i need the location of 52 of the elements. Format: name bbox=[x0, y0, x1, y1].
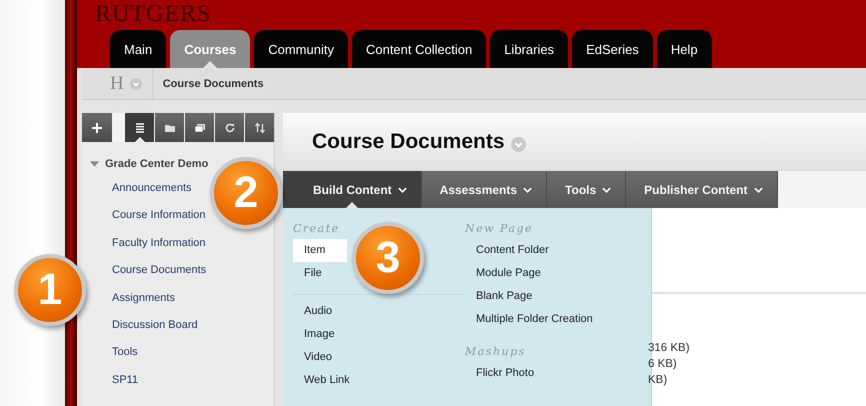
course-menu-link[interactable]: Announcements bbox=[112, 175, 192, 202]
menu-item[interactable]: Audio bbox=[293, 300, 336, 323]
course-menu-link[interactable]: Course Information bbox=[112, 202, 206, 230]
nav-tab[interactable]: Help bbox=[656, 30, 712, 68]
expand-arrow-icon[interactable] bbox=[90, 161, 99, 167]
file-size-text: 6 KB) bbox=[648, 357, 678, 372]
course-menu-link[interactable]: Course Documents bbox=[112, 257, 206, 285]
nav-tab[interactable]: Main bbox=[110, 30, 166, 68]
nav-tab[interactable]: Libraries bbox=[490, 30, 568, 68]
sort-arrows-icon bbox=[254, 122, 266, 134]
course-menu-link[interactable]: Faculty Information bbox=[112, 230, 206, 258]
refresh-icon bbox=[224, 122, 236, 134]
course-menu-link[interactable]: SP11 bbox=[112, 366, 138, 394]
menu-item[interactable]: Module Page bbox=[465, 262, 545, 285]
menu-item[interactable]: Item bbox=[293, 239, 348, 262]
toolbar-button[interactable] bbox=[215, 113, 244, 142]
list-icon bbox=[134, 122, 146, 134]
course-menu-link[interactable]: Discussion Board bbox=[112, 312, 198, 340]
menu-item[interactable]: Video bbox=[293, 346, 336, 369]
menu-heading: New Page bbox=[465, 222, 534, 235]
file-size-text: 316 KB) bbox=[648, 341, 691, 356]
course-menu-link[interactable]: Tools bbox=[112, 339, 138, 367]
menu-item[interactable]: Image bbox=[293, 323, 339, 346]
toolbar-button[interactable] bbox=[155, 113, 184, 142]
menu-item[interactable]: Web Link bbox=[293, 369, 354, 392]
menu-heading: Mashups bbox=[465, 345, 527, 358]
nav-tab[interactable]: Content Collection bbox=[352, 30, 486, 68]
menu-item[interactable]: File bbox=[293, 262, 326, 285]
plus-icon bbox=[91, 122, 103, 134]
caret-icon bbox=[602, 186, 612, 192]
nav-tab[interactable]: Community bbox=[254, 30, 348, 68]
menu-item[interactable]: Blank Page bbox=[465, 285, 536, 308]
caret-icon bbox=[754, 186, 762, 192]
logo-text: RUTGERS bbox=[95, 1, 212, 27]
caret-icon bbox=[523, 186, 532, 192]
course-title[interactable]: Grade Center Demo bbox=[105, 158, 208, 170]
caret-icon bbox=[398, 186, 407, 192]
toolbar-button[interactable] bbox=[185, 113, 214, 142]
menu-item[interactable]: Multiple Folder Creation bbox=[465, 308, 597, 331]
page-title: Course Documents bbox=[312, 130, 505, 154]
toolbar-button[interactable] bbox=[245, 113, 274, 142]
menu-item[interactable]: Content Folder bbox=[465, 239, 553, 262]
nav-tab[interactable]: EdSeries bbox=[572, 30, 653, 68]
file-size-text: KB) bbox=[648, 373, 668, 388]
menu-heading: Create bbox=[293, 222, 341, 235]
toolbar-button[interactable] bbox=[82, 113, 112, 142]
menu-item[interactable]: Flickr Photo bbox=[465, 362, 538, 385]
breadcrumb-current: Course Documents bbox=[162, 78, 264, 90]
course-menu-link[interactable]: Assignments bbox=[112, 284, 175, 312]
toolbar-button[interactable] bbox=[125, 113, 154, 142]
action-menu-button[interactable]: Build Content bbox=[283, 171, 422, 208]
windows-icon bbox=[194, 122, 206, 134]
